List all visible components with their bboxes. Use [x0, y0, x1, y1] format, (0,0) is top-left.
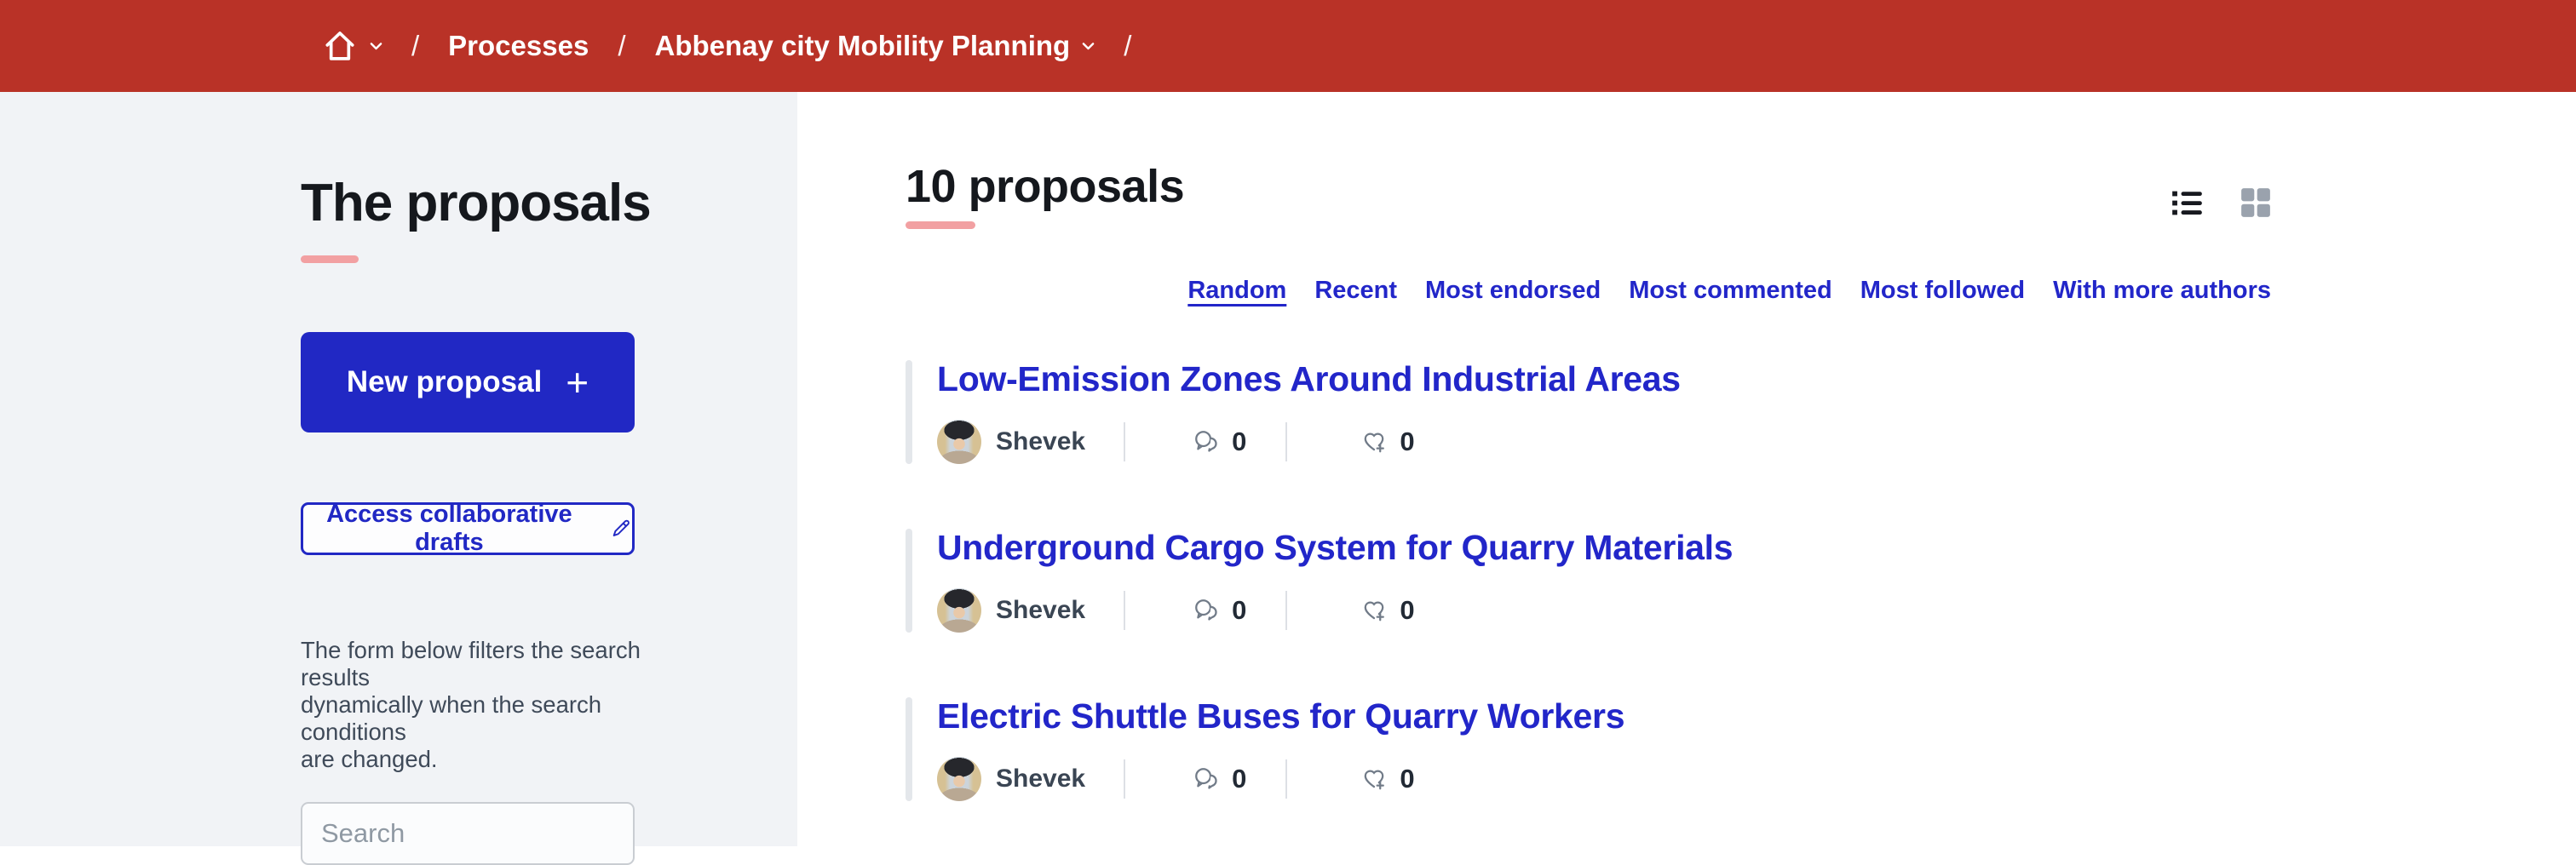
- list-view-button[interactable]: [2171, 187, 2203, 218]
- sort-option-recent[interactable]: Recent: [1314, 277, 1397, 305]
- proposal-card: Low-Emission Zones Around Industrial Are…: [906, 360, 2271, 464]
- endorsements-count-link[interactable]: 0: [1360, 764, 1414, 794]
- sort-option-random[interactable]: Random: [1187, 277, 1286, 305]
- meta-divider: [1285, 591, 1287, 630]
- proposal-title-link[interactable]: Electric Shuttle Buses for Quarry Worker…: [937, 697, 1624, 736]
- breadcrumb-separator: /: [1124, 30, 1131, 62]
- breadcrumb-separator: /: [411, 30, 419, 62]
- filter-help-text: The form below filters the search result…: [301, 637, 693, 773]
- proposal-title-link[interactable]: Underground Cargo System for Quarry Mate…: [937, 529, 1733, 567]
- access-drafts-label: Access collaborative drafts: [303, 501, 595, 557]
- proposal-card: Underground Cargo System for Quarry Mate…: [906, 529, 2271, 633]
- home-icon: [322, 28, 358, 64]
- breadcrumb-separator: /: [618, 30, 625, 62]
- comments-count: 0: [1232, 595, 1246, 626]
- endorsements-count: 0: [1400, 427, 1414, 457]
- sort-options: Random Recent Most endorsed Most comment…: [906, 277, 2271, 305]
- proposals-main: 10 proposals: [797, 92, 2576, 846]
- breadcrumb-item-process[interactable]: Abbenay city Mobility Planning: [654, 30, 1095, 62]
- page-title: The proposals: [301, 177, 797, 230]
- title-underline: [301, 255, 359, 263]
- meta-divider: [1285, 759, 1287, 799]
- comments-count-link[interactable]: 0: [1192, 595, 1246, 626]
- endorsements-count-link[interactable]: 0: [1360, 595, 1414, 626]
- sort-option-most-followed[interactable]: Most followed: [1860, 277, 2025, 305]
- proposal-list: Low-Emission Zones Around Industrial Are…: [906, 360, 2271, 801]
- search-box: [301, 802, 635, 865]
- proposal-card: Electric Shuttle Buses for Quarry Worker…: [906, 697, 2271, 801]
- card-content: Low-Emission Zones Around Industrial Are…: [937, 360, 1681, 464]
- endorse-heart-plus-icon: [1360, 765, 1389, 793]
- author-name[interactable]: Shevek: [996, 427, 1085, 456]
- card-content: Underground Cargo System for Quarry Mate…: [937, 529, 1733, 633]
- count-underline: [906, 221, 975, 229]
- endorsements-count-link[interactable]: 0: [1360, 427, 1414, 457]
- card-left-bar: [906, 360, 912, 464]
- new-proposal-button[interactable]: New proposal +: [301, 332, 635, 432]
- meta-divider: [1124, 591, 1125, 630]
- author-name[interactable]: Shevek: [996, 765, 1085, 793]
- meta-divider: [1285, 422, 1287, 461]
- author-avatar[interactable]: [937, 588, 981, 633]
- breadcrumb-home[interactable]: [322, 28, 382, 64]
- main-header: 10 proposals: [906, 163, 2271, 229]
- grid-view-icon: [2240, 187, 2271, 218]
- comments-count: 0: [1232, 764, 1246, 794]
- endorsements-count: 0: [1400, 764, 1414, 794]
- chevron-down-icon: [1082, 42, 1095, 51]
- endorse-heart-plus-icon: [1360, 427, 1389, 456]
- proposal-meta: Shevek 0: [937, 420, 1681, 464]
- comments-icon: [1192, 427, 1221, 456]
- sort-option-most-endorsed[interactable]: Most endorsed: [1425, 277, 1601, 305]
- author-avatar[interactable]: [937, 420, 981, 464]
- proposals-count-title: 10 proposals: [906, 163, 1184, 209]
- endorse-heart-plus-icon: [1360, 596, 1389, 625]
- plus-icon: +: [566, 363, 589, 402]
- view-toggle: [2171, 187, 2271, 218]
- comments-count-link[interactable]: 0: [1192, 764, 1246, 794]
- comments-count: 0: [1232, 427, 1246, 457]
- sort-option-more-authors[interactable]: With more authors: [2053, 277, 2271, 305]
- card-left-bar: [906, 697, 912, 801]
- comments-icon: [1192, 596, 1221, 625]
- card-content: Electric Shuttle Buses for Quarry Worker…: [937, 697, 1624, 801]
- card-left-bar: [906, 529, 912, 633]
- comments-icon: [1192, 765, 1221, 793]
- proposal-meta: Shevek 0: [937, 588, 1733, 633]
- count-block: 10 proposals: [906, 163, 1184, 229]
- breadcrumb: / Processes / Abbenay city Mobility Plan…: [322, 28, 1131, 64]
- access-drafts-button[interactable]: Access collaborative drafts: [301, 502, 635, 555]
- breadcrumb-process-title[interactable]: Abbenay city Mobility Planning: [654, 30, 1070, 62]
- sort-option-most-commented[interactable]: Most commented: [1629, 277, 1831, 305]
- new-proposal-label: New proposal: [347, 365, 542, 399]
- list-view-icon: [2171, 189, 2203, 217]
- breadcrumb-item-processes[interactable]: Processes: [448, 30, 589, 62]
- meta-divider: [1124, 759, 1125, 799]
- author-avatar[interactable]: [937, 757, 981, 801]
- pencil-icon: [609, 516, 632, 541]
- proposal-title-link[interactable]: Low-Emission Zones Around Industrial Are…: [937, 360, 1681, 398]
- proposal-meta: Shevek 0: [937, 757, 1624, 801]
- grid-view-button[interactable]: [2240, 187, 2271, 218]
- top-navbar: / Processes / Abbenay city Mobility Plan…: [0, 0, 2576, 92]
- comments-count-link[interactable]: 0: [1192, 427, 1246, 457]
- chevron-down-icon: [370, 42, 382, 51]
- endorsements-count: 0: [1400, 595, 1414, 626]
- proposals-sidebar: The proposals New proposal + Access coll…: [0, 92, 797, 846]
- meta-divider: [1124, 422, 1125, 461]
- author-name[interactable]: Shevek: [996, 596, 1085, 625]
- search-input[interactable]: [321, 818, 661, 849]
